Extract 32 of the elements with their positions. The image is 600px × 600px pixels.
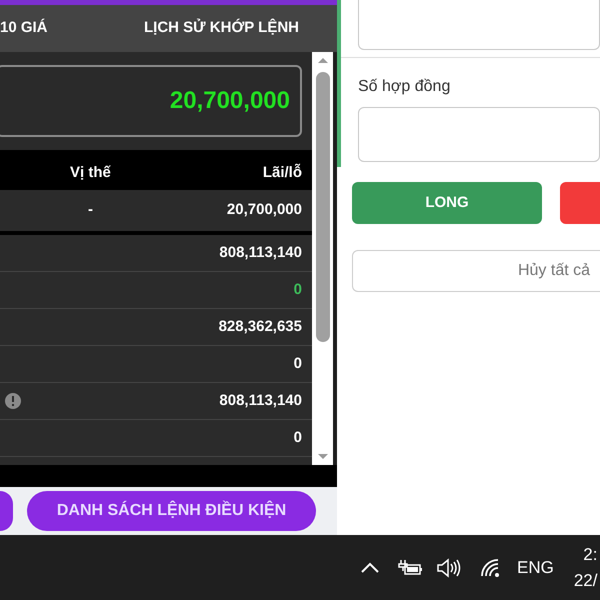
scrollbar-thumb[interactable] [316, 72, 330, 342]
speaker-icon[interactable] [436, 556, 462, 578]
tab[interactable]: LỊCH SỬ KHỚP LỆNH [144, 17, 299, 40]
cancel-all-button[interactable]: Hủy tất cả [352, 250, 600, 292]
contracts-input-field[interactable] [358, 107, 600, 162]
pnl-value: 20,700,000 [226, 200, 302, 220]
pnl-value: 0 [294, 354, 302, 374]
column-header: Vị thế [70, 162, 111, 182]
clock-date[interactable]: 22/ [574, 568, 598, 594]
balance-value: 20,700,000 [170, 86, 290, 116]
long-button[interactable]: LONG [352, 182, 542, 224]
scrollbar[interactable] [312, 52, 333, 465]
wifi-icon[interactable] [480, 558, 502, 578]
info-icon[interactable] [5, 393, 21, 409]
pnl-value: 828,362,635 [218, 316, 302, 337]
input-field[interactable] [358, 0, 600, 50]
pnl-value: 808,113,140 [219, 390, 302, 411]
field-label: Số hợp đồng [358, 77, 452, 97]
battery-plug-icon[interactable] [398, 558, 424, 576]
scroll-down-icon[interactable] [316, 453, 328, 461]
conditional-orders-button[interactable]: DANH SÁCH LỆNH ĐIỀU KIỆN [27, 491, 316, 531]
pnl-value: 0 [294, 280, 302, 300]
scroll-up-icon[interactable] [316, 56, 328, 64]
pnl-value: 0 [294, 428, 302, 448]
clock-time[interactable]: 2: [583, 542, 598, 568]
position-value: - [88, 200, 93, 220]
pill-button[interactable] [0, 491, 13, 531]
pnl-value: 808,113,140 [219, 242, 302, 263]
tab[interactable]: 10 GIÁ [0, 17, 48, 40]
chevron-up-icon[interactable] [360, 562, 380, 574]
language-indicator[interactable]: ENG [517, 554, 554, 580]
column-header: Lãi/lỗ [262, 162, 302, 182]
